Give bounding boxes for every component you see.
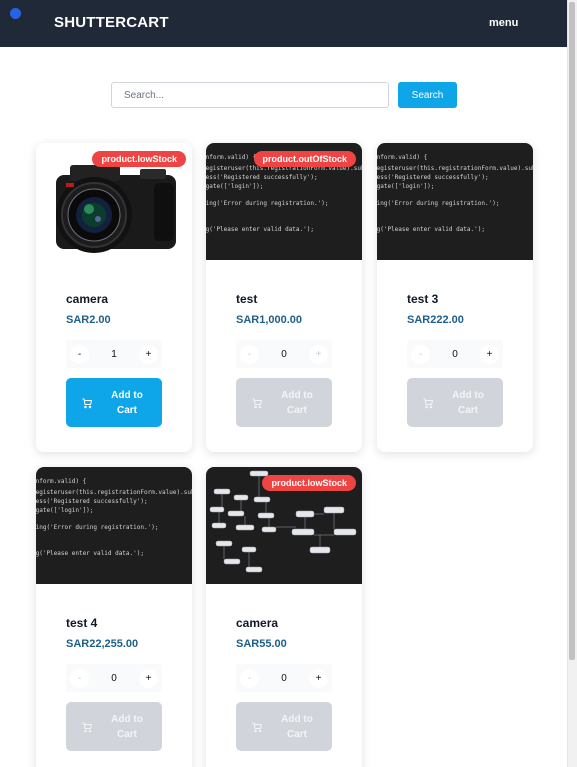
- cart-icon: [82, 398, 93, 408]
- product-name[interactable]: test 4: [66, 616, 162, 630]
- product-price: SAR1,000.00: [236, 314, 303, 326]
- add-to-cart-label: Add to Cart: [111, 713, 143, 740]
- code-line: ng('Please enter valid data.');: [36, 550, 144, 557]
- product-image[interactable]: product.lowStock: [206, 467, 362, 584]
- stock-badge: product.lowStock: [262, 475, 356, 491]
- quantity-stepper: - 0 +: [236, 340, 332, 368]
- increase-quantity-button[interactable]: +: [309, 344, 328, 364]
- increase-quantity-button[interactable]: +: [480, 344, 499, 364]
- cart-icon: [82, 722, 93, 732]
- add-to-cart-button[interactable]: Add to Cart: [66, 378, 162, 427]
- stock-badge: product.lowStock: [92, 151, 186, 167]
- increase-quantity-button[interactable]: +: [139, 344, 158, 364]
- cart-icon: [252, 398, 263, 408]
- product-price: SAR2.00: [66, 314, 111, 326]
- code-line: igate(['login']);: [377, 183, 435, 190]
- quantity-stepper: - 0 +: [236, 664, 332, 692]
- code-line: cess('Registered successfully');: [206, 174, 318, 181]
- scrollbar-thumb[interactable]: [569, 2, 575, 660]
- increase-quantity-button[interactable]: +: [139, 668, 158, 688]
- increase-quantity-button[interactable]: +: [309, 668, 328, 688]
- code-line: onform.valid) {: [377, 154, 428, 161]
- decrease-quantity-button[interactable]: -: [240, 668, 259, 688]
- quantity-value: 0: [281, 348, 287, 360]
- add-to-cart-label: Add to Cart: [111, 389, 143, 416]
- product-image[interactable]: onform.valid) { registeruser(this.registr…: [36, 467, 192, 584]
- add-to-cart-button[interactable]: Add to Cart: [66, 702, 162, 751]
- code-line: ning('Error during registration.');: [206, 200, 329, 207]
- status-dot-icon: [10, 8, 21, 19]
- stock-badge: product.outOfStock: [253, 151, 356, 167]
- product-name[interactable]: camera: [66, 292, 162, 306]
- code-line: cess('Registered successfully');: [36, 498, 148, 505]
- quantity-value: 0: [281, 672, 287, 684]
- decrease-quantity-button[interactable]: -: [70, 344, 89, 364]
- product-image[interactable]: onform.valid) {registeruser(this.registr…: [206, 143, 362, 260]
- cart-icon: [423, 398, 434, 408]
- product-name[interactable]: camera: [236, 616, 332, 630]
- add-to-cart-label: Add to Cart: [281, 389, 313, 416]
- quantity-stepper: - 0 +: [407, 340, 503, 368]
- product-name[interactable]: test: [236, 292, 332, 306]
- brand-logo[interactable]: SHUTTERCART: [54, 14, 169, 31]
- quantity-value: 0: [111, 672, 117, 684]
- quantity-stepper: - 0 +: [66, 664, 162, 692]
- code-line: ng('Please enter valid data.');: [206, 226, 314, 233]
- code-line: registeruser(this.registrationForm.value…: [36, 489, 192, 496]
- product-card: onform.valid) { registeruser(this.registr…: [377, 143, 533, 452]
- code-line: ning('Error during registration.');: [377, 200, 500, 207]
- code-line: ng('Please enter valid data.');: [377, 226, 485, 233]
- cart-icon: [252, 722, 263, 732]
- code-line: igate(['login']);: [36, 507, 94, 514]
- decrease-quantity-button[interactable]: -: [411, 344, 430, 364]
- product-price: SAR222.00: [407, 314, 464, 326]
- code-line: registeruser(this.registrationForm.value…: [377, 165, 533, 172]
- product-price: SAR55.00: [236, 638, 287, 650]
- product-image[interactable]: onform.valid) { registeruser(this.registr…: [377, 143, 533, 260]
- decrease-quantity-button[interactable]: -: [70, 668, 89, 688]
- add-to-cart-label: Add to Cart: [452, 389, 484, 416]
- product-card: product.lowStock camera SAR55.00 - 0 + A…: [206, 467, 362, 767]
- search-button[interactable]: Search: [398, 82, 457, 108]
- product-price: SAR22,255.00: [66, 638, 139, 650]
- product-card: onform.valid) {registeruser(this.registr…: [206, 143, 362, 452]
- product-card: product.lowStock camera SAR2.00 - 1 + Ad…: [36, 143, 192, 452]
- add-to-cart-button[interactable]: Add to Cart: [236, 378, 332, 427]
- product-image[interactable]: product.lowStock: [36, 143, 192, 260]
- add-to-cart-button[interactable]: Add to Cart: [407, 378, 503, 427]
- code-line: ning('Error during registration.');: [36, 524, 159, 531]
- add-to-cart-button[interactable]: Add to Cart: [236, 702, 332, 751]
- code-line: igate(['login']);: [206, 183, 264, 190]
- search-input[interactable]: [111, 82, 389, 108]
- quantity-value: 1: [111, 348, 117, 360]
- decrease-quantity-button[interactable]: -: [240, 344, 259, 364]
- code-line: cess('Registered successfully');: [377, 174, 489, 181]
- code-line: onform.valid) {: [36, 478, 87, 485]
- quantity-stepper: - 1 +: [66, 340, 162, 368]
- quantity-value: 0: [452, 348, 458, 360]
- product-name[interactable]: test 3: [407, 292, 503, 306]
- menu-button[interactable]: menu: [489, 17, 518, 29]
- add-to-cart-label: Add to Cart: [281, 713, 313, 740]
- search-bar: Search: [111, 82, 457, 108]
- product-card: onform.valid) { registeruser(this.registr…: [36, 467, 192, 767]
- navbar: SHUTTERCART menu: [0, 0, 567, 47]
- code-line: onform.valid) {: [206, 154, 257, 161]
